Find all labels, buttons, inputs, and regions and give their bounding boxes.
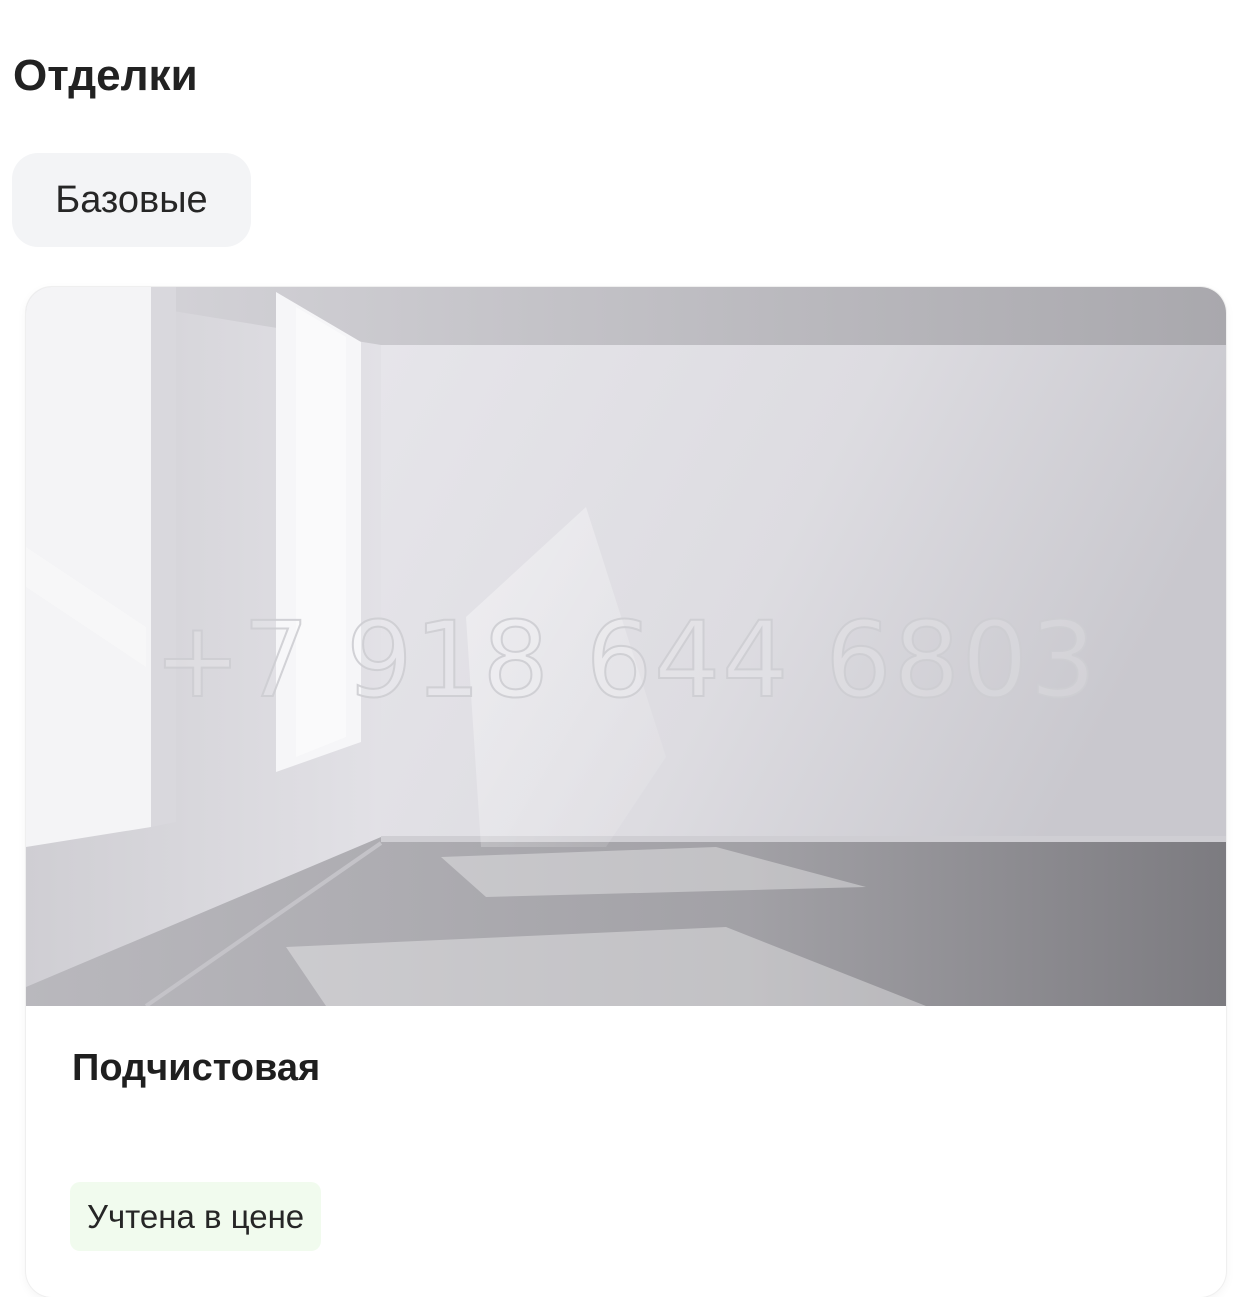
page-title: Отделки xyxy=(13,51,198,100)
price-included-badge: Учтена в цене xyxy=(70,1182,322,1251)
finish-photo: +7 918 644 6803 xyxy=(26,287,1226,1006)
finish-title: Подчистовая xyxy=(72,1047,321,1089)
empty-room-illustration xyxy=(26,287,1226,1006)
finish-card[interactable]: +7 918 644 6803 Подчистовая Учтена в цен… xyxy=(26,287,1226,1297)
filter-chip-basic[interactable]: Базовые xyxy=(12,153,251,247)
